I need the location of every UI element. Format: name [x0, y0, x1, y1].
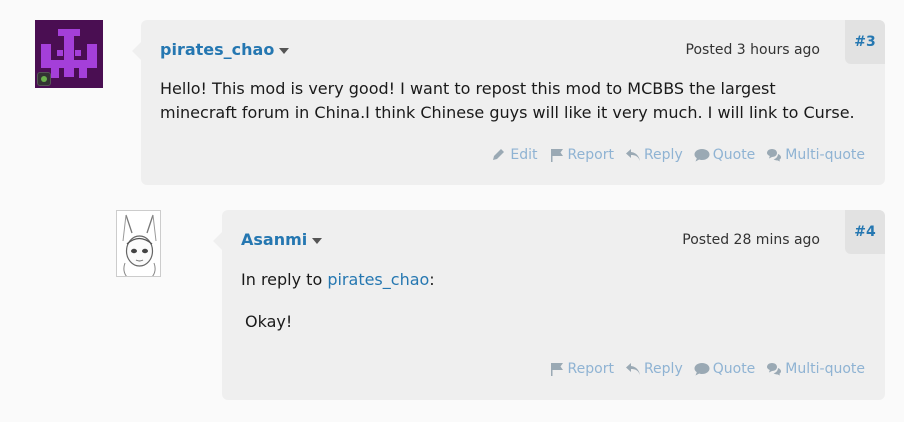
- speech-bubbles-icon: [767, 363, 782, 376]
- quote-label: Quote: [712, 361, 756, 377]
- reply-suffix: :: [429, 270, 435, 289]
- post-body-line: minecraft forum in China.I think Chinese…: [160, 103, 855, 122]
- username-menu[interactable]: pirates_chao: [160, 40, 290, 59]
- username-label: Asanmi: [241, 230, 308, 249]
- speech-bubble-icon: [694, 363, 710, 376]
- post-card: #3 pirates_chao Posted 3 hours ago Hello…: [132, 20, 885, 185]
- post-timestamp: Posted 3 hours ago: [686, 42, 820, 58]
- post-card: #4 Asanmi Posted 28 mins ago In reply to…: [213, 210, 885, 400]
- reply-button[interactable]: Reply: [625, 147, 683, 163]
- posted-time: 3 hours ago: [736, 42, 820, 58]
- online-status-icon: [37, 72, 51, 86]
- post-number-link[interactable]: #3: [845, 20, 885, 64]
- post-actions: Report Reply Quote Multi-quote: [549, 361, 865, 377]
- posted-time: 28 mins ago: [733, 232, 820, 248]
- report-label: Report: [567, 147, 614, 163]
- posted-label: Posted: [685, 42, 733, 58]
- reply-icon: [625, 149, 640, 161]
- avatar[interactable]: [116, 210, 161, 277]
- post-body: Okay!: [245, 312, 293, 331]
- flag-icon: [550, 149, 563, 162]
- multi-quote-button[interactable]: Multi-quote: [766, 361, 865, 377]
- speech-bubbles-icon: [767, 149, 782, 162]
- username-label: pirates_chao: [160, 40, 275, 59]
- reply-label: Reply: [643, 361, 683, 377]
- reply-prefix: In reply to: [241, 270, 328, 289]
- report-button[interactable]: Report: [549, 147, 614, 163]
- post-body: Hello! This mod is very good! I want to …: [160, 77, 875, 125]
- reply-reference: In reply to pirates_chao:: [241, 268, 435, 292]
- chevron-down-icon: [312, 238, 323, 244]
- reply-icon: [625, 363, 640, 375]
- pencil-icon: [493, 149, 505, 160]
- avatar[interactable]: [35, 20, 103, 88]
- flag-icon: [550, 363, 563, 376]
- post-actions: Edit Report Reply Quote Multi-quote: [491, 147, 865, 163]
- post-number-link[interactable]: #4: [845, 210, 885, 254]
- edit-label: Edit: [510, 147, 538, 163]
- posted-label: Posted: [682, 232, 730, 248]
- comment-thread: #3 pirates_chao Posted 3 hours ago Hello…: [0, 0, 904, 422]
- post-body-line: Hello! This mod is very good! I want to …: [160, 79, 776, 98]
- multi-quote-label: Multi-quote: [785, 361, 865, 377]
- multi-quote-button[interactable]: Multi-quote: [766, 147, 865, 163]
- quote-button[interactable]: Quote: [694, 147, 756, 163]
- avatar-drawing: [122, 214, 157, 276]
- report-label: Report: [567, 361, 614, 377]
- edit-button[interactable]: Edit: [491, 147, 538, 163]
- username-menu[interactable]: Asanmi: [241, 230, 323, 249]
- quote-button[interactable]: Quote: [694, 361, 756, 377]
- post-timestamp: Posted 28 mins ago: [682, 232, 820, 248]
- reply-label: Reply: [643, 147, 683, 163]
- reply-user-link[interactable]: pirates_chao: [327, 270, 429, 289]
- quote-label: Quote: [712, 147, 756, 163]
- multi-quote-label: Multi-quote: [785, 147, 865, 163]
- report-button[interactable]: Report: [549, 361, 614, 377]
- chevron-down-icon: [279, 48, 290, 54]
- reply-button[interactable]: Reply: [625, 361, 683, 377]
- speech-bubble-icon: [694, 149, 710, 162]
